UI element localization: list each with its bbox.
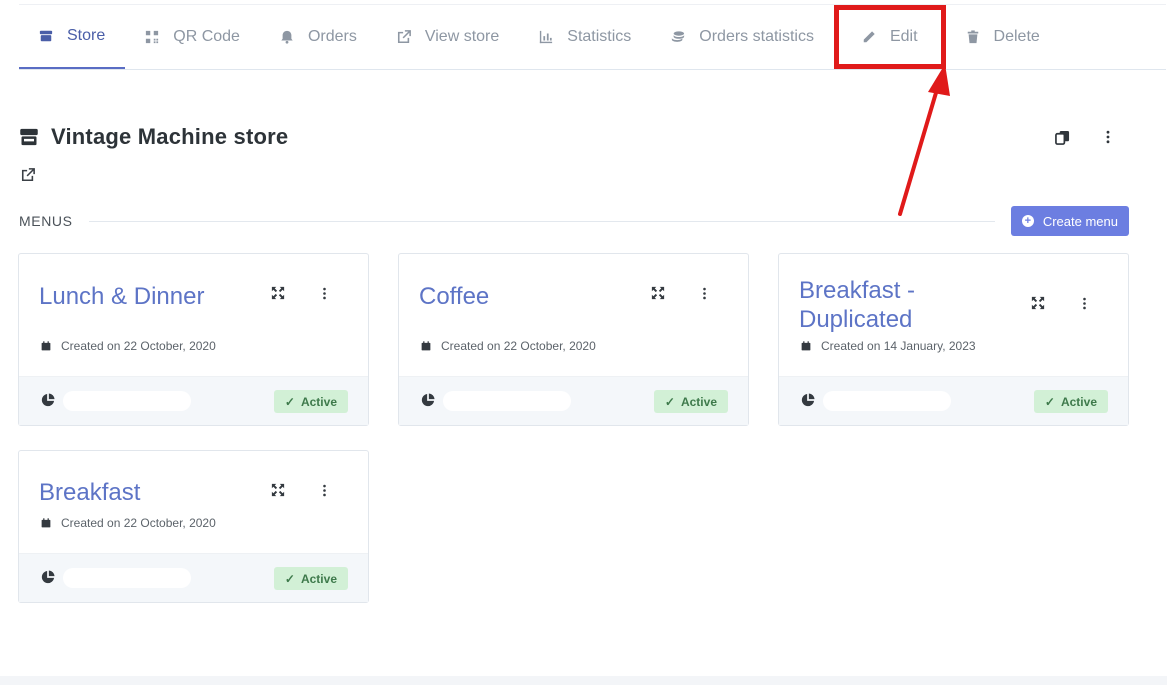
calendar-icon (801, 341, 811, 351)
check-icon: ✓ (284, 394, 295, 409)
status-badge: ✓ Active (653, 390, 728, 413)
plus-icon: + (1021, 215, 1034, 227)
store-icon (39, 29, 53, 43)
created-date: Created on 22 October, 2020 (41, 339, 216, 353)
pie-chart-icon (41, 393, 55, 407)
redacted-field (823, 391, 951, 411)
card-footer: ✓ Active (19, 376, 368, 425)
expand-icon[interactable] (270, 482, 286, 498)
divider (88, 220, 995, 222)
tab-label: Delete (993, 28, 1040, 45)
check-icon: ✓ (284, 571, 295, 586)
tab-edit[interactable]: Edit (833, 5, 946, 69)
expand-icon[interactable] (270, 285, 286, 301)
tab-orders-statistics[interactable]: Orders statistics (651, 5, 834, 69)
bell-icon (280, 30, 294, 44)
pie-chart-icon (421, 393, 435, 407)
expand-icon[interactable] (1030, 295, 1046, 311)
menu-title[interactable]: Lunch & Dinner (39, 282, 259, 311)
tab-delete[interactable]: Delete (946, 5, 1060, 69)
tab-orders[interactable]: Orders (260, 5, 377, 69)
card-footer: ✓ Active (399, 376, 748, 425)
external-link-icon (397, 30, 411, 44)
check-icon: ✓ (1044, 394, 1055, 409)
redacted-field (63, 391, 191, 411)
menu-title[interactable]: Breakfast - Duplicated (799, 276, 1019, 334)
pie-chart-icon (801, 393, 815, 407)
tab-label: Store (67, 27, 106, 44)
menus-section-header: MENUS + Create menu (19, 206, 1129, 236)
tab-store[interactable]: Store (19, 5, 126, 69)
created-date: Created on 22 October, 2020 (421, 339, 596, 353)
card-footer: ✓ Active (779, 376, 1128, 425)
copy-icon[interactable] (1053, 128, 1071, 146)
created-date: Created on 22 October, 2020 (41, 516, 216, 530)
menu-title[interactable]: Breakfast (39, 478, 259, 507)
more-options-icon[interactable] (1099, 128, 1117, 146)
store-header: Vintage Machine store (19, 124, 288, 150)
status-badge: ✓ Active (273, 567, 348, 590)
card-footer: ✓ Active (19, 553, 368, 602)
page-title: Vintage Machine store (51, 124, 289, 149)
section-title: MENUS (19, 213, 73, 229)
tab-label: Orders statistics (699, 28, 814, 45)
qrcode-icon (145, 30, 159, 44)
store-icon (20, 128, 38, 146)
status-badge: ✓ Active (273, 390, 348, 413)
pie-chart-icon (41, 570, 55, 584)
tab-label: Statistics (567, 28, 632, 45)
calendar-icon (41, 341, 51, 351)
page-footer-band (0, 676, 1167, 685)
trash-icon (966, 30, 980, 44)
pencil-icon (862, 30, 876, 44)
created-date: Created on 14 January, 2023 (801, 339, 976, 353)
tab-view-store[interactable]: View store (377, 5, 519, 69)
status-badge: ✓ Active (1033, 390, 1108, 413)
calendar-icon (41, 518, 51, 528)
external-link-icon[interactable] (21, 168, 35, 182)
tab-label: QR Code (173, 28, 240, 45)
check-icon: ✓ (664, 394, 675, 409)
store-header-actions (1053, 128, 1117, 146)
create-menu-label: Create menu (1042, 213, 1118, 229)
more-options-icon[interactable] (316, 482, 332, 498)
create-menu-button[interactable]: + Create menu (1010, 206, 1129, 236)
menu-card-breakfast-duplicated: Breakfast - Duplicated Created on 14 Jan… (778, 253, 1129, 426)
tab-label: Edit (889, 28, 918, 45)
menu-card-lunch-dinner: Lunch & Dinner Created on 22 October, 20… (18, 253, 369, 426)
expand-icon[interactable] (650, 285, 666, 301)
more-options-icon[interactable] (316, 285, 332, 301)
tab-label: Orders (307, 28, 357, 45)
calendar-icon (421, 341, 431, 351)
redacted-field (63, 568, 191, 588)
redacted-field (443, 391, 571, 411)
menu-title[interactable]: Coffee (419, 282, 639, 311)
tab-qr-code[interactable]: QR Code (125, 5, 260, 69)
more-options-icon[interactable] (1076, 295, 1092, 311)
menu-card-breakfast: Breakfast Created on 22 October, 2020 ✓ A… (18, 450, 369, 603)
menu-card-coffee: Coffee Created on 22 October, 2020 ✓ Acti… (398, 253, 749, 426)
bar-chart-icon (539, 30, 553, 44)
more-options-icon[interactable] (696, 285, 712, 301)
store-tab-bar: Store QR Code Orders View store Statisti… (19, 4, 1166, 70)
tab-label: View store (424, 28, 500, 45)
coins-icon (671, 30, 685, 44)
tab-statistics[interactable]: Statistics (519, 5, 651, 69)
